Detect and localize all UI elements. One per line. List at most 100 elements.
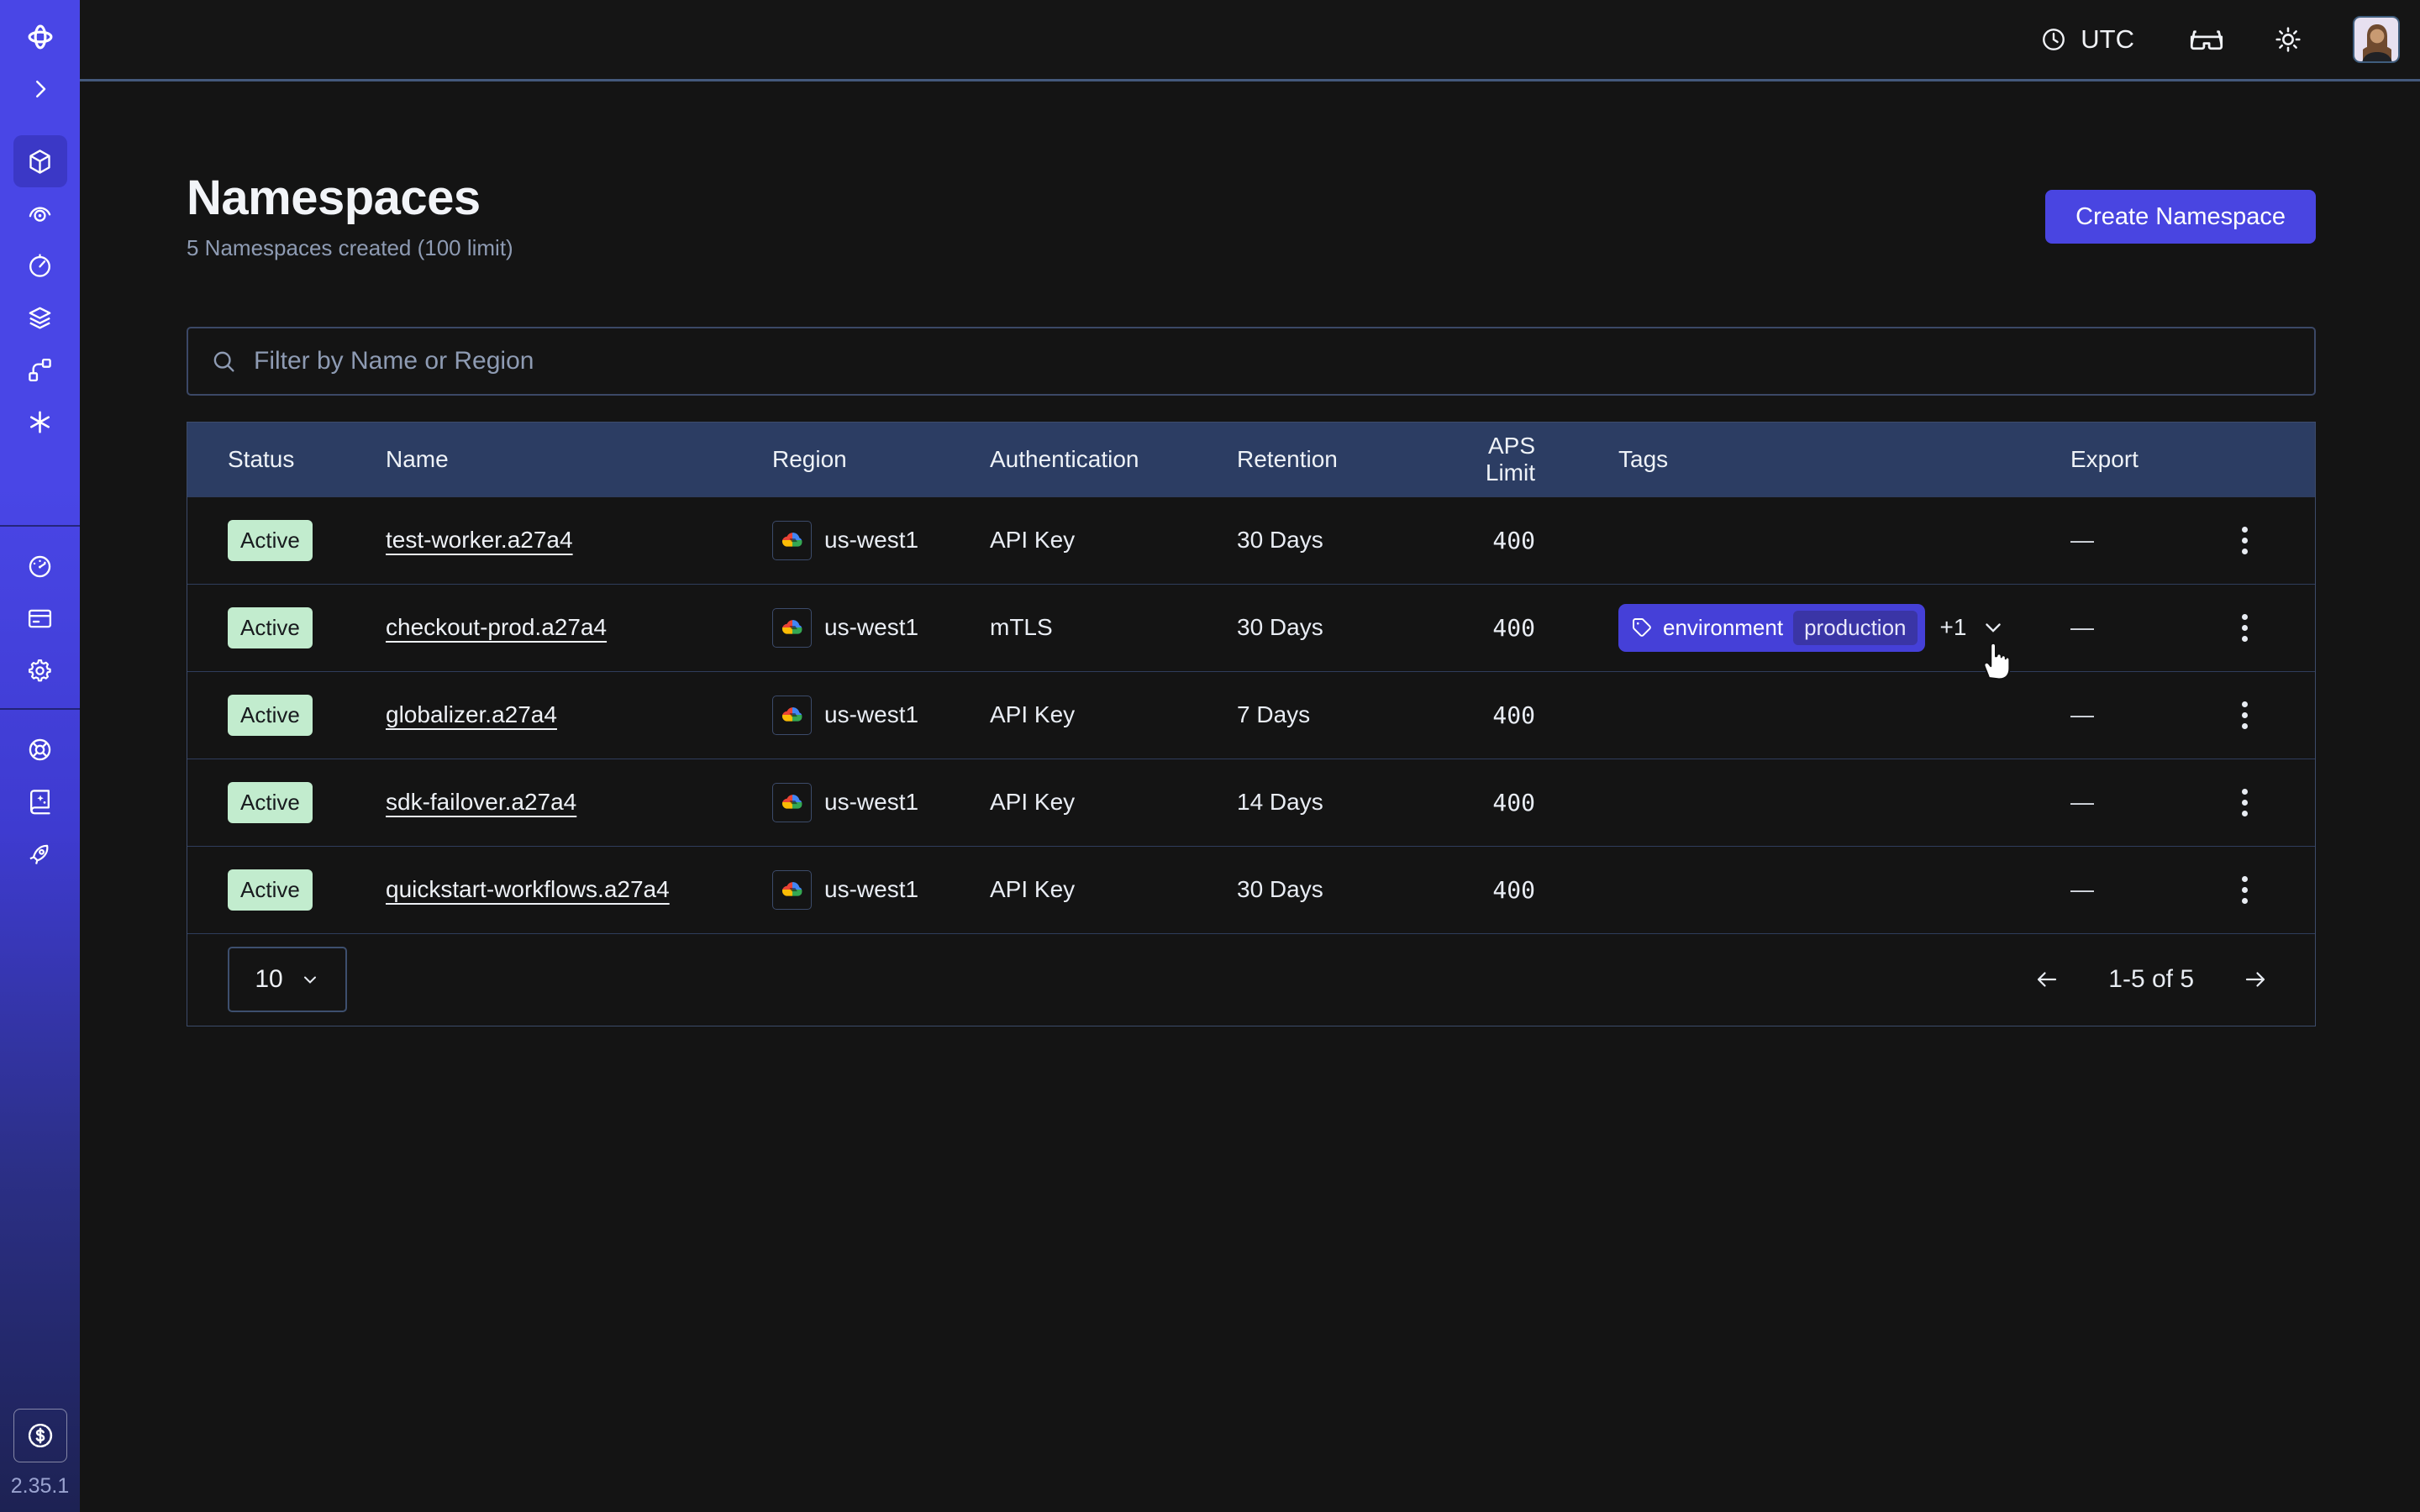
layers-icon [26,304,54,332]
gear-icon [26,657,54,685]
sidebar-item-settings[interactable] [13,644,67,696]
aps-limit: 400 [1439,701,1618,729]
col-authentication: Authentication [990,446,1237,473]
tags-cell: environment production +1 [1618,604,2070,652]
namespace-link[interactable]: checkout-prod.a27a4 [386,614,607,640]
row-menu-button[interactable] [2237,784,2253,822]
timer-icon [26,252,54,280]
sidebar-item-schedules[interactable] [13,239,67,291]
plan-button[interactable] [13,1409,67,1462]
tag-more-count: +1 [1940,614,1967,641]
sidebar-divider [0,708,80,710]
region-label: us-west1 [824,876,918,903]
main-content: Namespaces 5 Namespaces created (100 lim… [80,84,2420,1512]
user-avatar[interactable] [2353,16,2400,63]
table-row: Active test-worker.a27a4 us-west1 API Ke… [187,496,2315,584]
row-menu-button[interactable] [2237,696,2253,734]
aps-limit: 400 [1439,876,1618,904]
table-row: Active quickstart-workflows.a27a4 us-wes… [187,846,2315,933]
namespace-link[interactable]: sdk-failover.a27a4 [386,789,576,815]
retention: 7 Days [1237,701,1439,728]
table-row: Active sdk-failover.a27a4 us-west1 API K… [187,759,2315,846]
auth-method: API Key [990,701,1237,728]
page-size-select[interactable]: 10 [228,947,347,1012]
export-value: — [2070,527,2226,554]
chevron-down-icon [300,969,320,990]
pagination-range: 1-5 of 5 [2108,965,2194,994]
col-status: Status [228,446,386,473]
asterisk-icon [26,408,54,436]
prev-page-button[interactable] [2028,963,2066,995]
sidebar-item-batch-operations[interactable] [13,396,67,448]
region-label: us-west1 [824,527,918,554]
tag-value: production [1793,611,1917,645]
labs-toggle[interactable] [2190,27,2223,52]
row-menu-button[interactable] [2237,871,2253,909]
auth-method: API Key [990,527,1237,554]
auth-method: mTLS [990,614,1237,641]
pagination: 1-5 of 5 [2028,963,2275,995]
namespaces-table: Status Name Region Authentication Retent… [187,422,2316,1026]
export-value: — [2070,876,2226,903]
sun-icon [2274,25,2302,54]
sidebar-item-billing[interactable] [13,592,67,644]
avatar-image [2354,18,2400,63]
namespace-link[interactable]: test-worker.a27a4 [386,527,573,553]
create-namespace-button[interactable]: Create Namespace [2045,190,2316,244]
sidebar-item-getting-started[interactable] [13,827,67,879]
tag-pill[interactable]: environment production [1618,604,1925,652]
badge-dollar-icon [25,1420,55,1451]
namespace-link[interactable]: quickstart-workflows.a27a4 [386,876,670,902]
auth-method: API Key [990,789,1237,816]
sidebar-item-nexus[interactable] [13,187,67,239]
sidebar-item-namespaces[interactable] [13,135,67,187]
book-sparkle-icon [26,788,54,816]
branch-icon [26,356,54,384]
tag-icon [1631,617,1653,638]
retention: 14 Days [1237,789,1439,816]
table-row: Active checkout-prod.a27a4 us-west1 mTLS… [187,584,2315,671]
sidebar-item-docs[interactable] [13,775,67,827]
credit-card-icon [26,605,54,633]
col-export: Export [2070,446,2226,473]
nexus-eye-icon [26,200,54,228]
cube-icon [26,148,54,176]
filter-bar [187,327,2316,396]
sidebar-item-support[interactable] [13,723,67,775]
rocket-icon [26,840,54,868]
sidebar-collapse-button[interactable] [13,63,67,115]
row-menu-button[interactable] [2237,522,2253,559]
sidebar-item-deployments[interactable] [13,291,67,344]
clock-icon [2040,26,2067,53]
col-aps-limit: APS Limit [1439,433,1618,486]
col-tags: Tags [1618,446,2070,473]
col-region: Region [772,446,990,473]
tags-expand-chevron[interactable] [1981,616,2005,639]
region-label: us-west1 [824,701,918,728]
namespace-link[interactable]: globalizer.a27a4 [386,701,557,727]
gauge-icon [26,553,54,580]
page-title: Namespaces [187,171,513,225]
namespaces-page: 2.35.1 UTC Namespaces 5 Namespaces creat… [0,0,2420,1512]
export-value: — [2070,701,2226,728]
sidebar-divider [0,525,80,527]
theme-toggle[interactable] [2274,25,2302,54]
aps-limit: 400 [1439,527,1618,554]
sidebar-item-workflows[interactable] [13,344,67,396]
status-badge: Active [228,869,313,911]
tag-key: environment [1663,615,1783,641]
filter-input[interactable] [254,347,2292,375]
status-badge: Active [228,782,313,823]
gcp-cloud-icon [772,696,812,735]
temporal-logo-icon[interactable] [13,11,67,63]
timezone-selector[interactable]: UTC [2040,24,2134,55]
row-menu-button[interactable] [2237,609,2253,647]
glasses-icon [2190,27,2223,52]
next-page-button[interactable] [2236,963,2275,995]
status-badge: Active [228,695,313,736]
col-retention: Retention [1237,446,1439,473]
sidebar-item-usage[interactable] [13,540,67,592]
table-footer: 10 1-5 of 5 [187,933,2315,1026]
region-label: us-west1 [824,614,918,641]
namespace-count: 5 Namespaces created (100 limit) [187,235,513,261]
